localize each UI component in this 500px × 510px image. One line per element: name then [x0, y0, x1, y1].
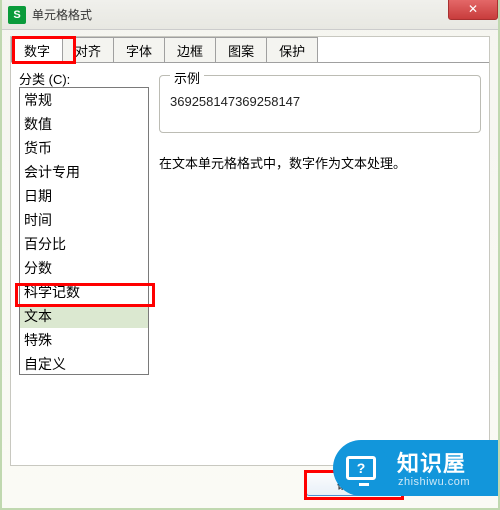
ok-button[interactable]: 确定 [306, 470, 394, 496]
titlebar: S 单元格格式 ✕ [2, 0, 498, 30]
sample-group: 示例 369258147369258147 [159, 75, 481, 133]
tab-5[interactable]: 保护 [266, 37, 318, 63]
cancel-button[interactable]: 取消 [402, 470, 490, 496]
category-item[interactable]: 会计专用 [20, 160, 148, 184]
category-item[interactable]: 日期 [20, 184, 148, 208]
category-item[interactable]: 时间 [20, 208, 148, 232]
close-icon: ✕ [468, 2, 478, 16]
sample-legend: 示例 [170, 68, 204, 87]
category-item[interactable]: 货币 [20, 136, 148, 160]
window-title: 单元格格式 [32, 6, 92, 23]
tab-4[interactable]: 图案 [215, 37, 267, 63]
category-item[interactable]: 分数 [20, 256, 148, 280]
format-note: 在文本单元格格式中，数字作为文本处理。 [159, 153, 481, 175]
tab-1[interactable]: 对齐 [62, 37, 114, 63]
close-button[interactable]: ✕ [448, 0, 498, 20]
category-item[interactable]: 自定义 [20, 352, 148, 375]
category-item[interactable]: 科学记数 [20, 280, 148, 304]
dialog-footer: 确定 取消 [10, 470, 490, 500]
category-item[interactable]: 文本 [20, 304, 148, 328]
dialog-body: 数字对齐字体边框图案保护 分类 (C): 常规数值货币会计专用日期时间百分比分数… [10, 36, 490, 466]
category-listbox[interactable]: 常规数值货币会计专用日期时间百分比分数科学记数文本特殊自定义 [19, 87, 149, 375]
dialog-window: S 单元格格式 ✕ 数字对齐字体边框图案保护 分类 (C): 常规数值货币会计专… [0, 0, 500, 510]
tab-strip: 数字对齐字体边框图案保护 [11, 37, 489, 63]
tab-2[interactable]: 字体 [113, 37, 165, 63]
category-item[interactable]: 特殊 [20, 328, 148, 352]
tab-content-number: 分类 (C): 常规数值货币会计专用日期时间百分比分数科学记数文本特殊自定义 示… [19, 67, 481, 457]
tab-0[interactable]: 数字 [11, 37, 63, 63]
category-item[interactable]: 数值 [20, 112, 148, 136]
sample-value: 369258147369258147 [170, 94, 470, 109]
app-icon: S [8, 6, 26, 24]
right-pane: 示例 369258147369258147 在文本单元格格式中，数字作为文本处理… [159, 67, 481, 457]
tab-3[interactable]: 边框 [164, 37, 216, 63]
category-item[interactable]: 百分比 [20, 232, 148, 256]
category-item[interactable]: 常规 [20, 88, 148, 112]
